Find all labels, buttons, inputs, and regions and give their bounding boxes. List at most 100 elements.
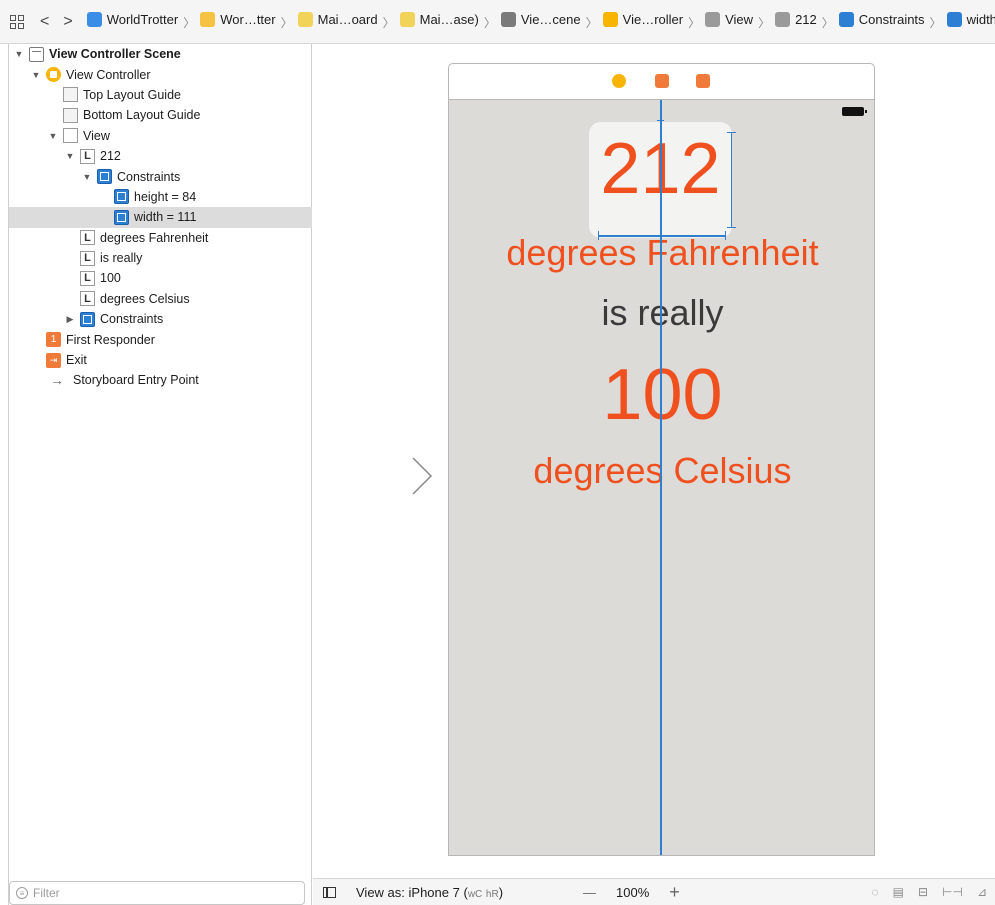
breadcrumb-item[interactable]: Wor…tter	[200, 12, 276, 27]
forward-button[interactable]: >	[63, 13, 72, 30]
view-controller-dock-icon[interactable]	[612, 74, 626, 88]
battery-icon	[842, 107, 867, 116]
breadcrumb-separator-icon: 〉	[183, 16, 196, 30]
outline-item-label: degrees Celsius	[100, 291, 190, 306]
update-frames-icon[interactable]: ◌	[871, 885, 878, 899]
outline-item[interactable]: L 100	[9, 268, 312, 288]
breadcrumb-item[interactable]: width = 111	[946, 12, 995, 27]
size-class-width: wC	[467, 888, 483, 900]
disclosure-triangle-icon[interactable]: ▼	[48, 131, 58, 141]
outline-item[interactable]: ▼ Constraints	[9, 166, 312, 186]
breadcrumb-item[interactable]: Mai…oard	[297, 12, 378, 27]
size-class-height: hR	[485, 888, 499, 900]
breadcrumb-item[interactable]: Constraints	[838, 12, 925, 27]
breadcrumb-separator-icon: 〉	[585, 16, 598, 30]
connector-label[interactable]: is really	[449, 292, 874, 334]
breadcrumb-item[interactable]: View	[705, 12, 753, 27]
outline-item[interactable]: ▶ Constraints	[9, 309, 312, 329]
outline-item[interactable]: height = 84	[9, 187, 312, 207]
breadcrumb-separator-icon: 〉	[929, 16, 942, 30]
disclosure-triangle-icon[interactable]: ▼	[65, 151, 75, 161]
outline-item[interactable]: Ldegrees Celsius	[9, 289, 312, 309]
exit-icon: ⇥	[46, 352, 61, 368]
guide-icon	[63, 87, 78, 103]
outline-item-label: Top Layout Guide	[83, 87, 181, 102]
breadcrumb-item[interactable]: Vie…cene	[500, 12, 581, 27]
outline-item-label: is really	[100, 251, 143, 266]
zoom-controls: — 100% +	[573, 882, 690, 903]
zoom-in-button[interactable]: +	[669, 882, 680, 903]
outline-item[interactable]: Ldegrees Fahrenheit	[9, 228, 312, 248]
storyboard-canvas[interactable]: 212 degrees Fahrenheit is really 100 deg…	[313, 44, 995, 878]
resolve-issues-icon[interactable]: ⊿	[977, 885, 987, 899]
storyboard-icon	[399, 12, 415, 27]
breadcrumb-label: width = 111	[966, 12, 995, 27]
celsius-value-label[interactable]: 100	[449, 354, 874, 436]
align-icon[interactable]: ⊟	[918, 885, 928, 899]
zoom-level: 100%	[616, 884, 650, 900]
top-spacing-constraint[interactable]	[660, 120, 661, 128]
label-icon: L	[80, 230, 95, 246]
outline-item-label: degrees Fahrenheit	[100, 230, 209, 245]
disclosure-triangle-icon[interactable]: ▼	[14, 49, 24, 59]
breadcrumb-label: Vie…cene	[520, 12, 581, 27]
view-as-label: View as: iPhone 7	[356, 884, 460, 900]
label-icon: L	[80, 250, 95, 266]
vc-icon	[46, 67, 61, 83]
add-constraints-icon[interactable]: ⊢⊣	[942, 885, 963, 899]
breadcrumb-separator-icon: 〉	[280, 16, 293, 30]
outline-item[interactable]: ▼ L 212	[9, 146, 312, 166]
outline-item[interactable]: ▼ View Controller	[9, 64, 312, 84]
outline-item[interactable]: Top Layout Guide	[9, 85, 312, 105]
exit-dock-icon[interactable]	[696, 74, 710, 88]
outline-item[interactable]: 1 First Responder	[9, 329, 312, 349]
zoom-out-button[interactable]: —	[583, 885, 596, 900]
disclosure-triangle-icon[interactable]: ▼	[31, 70, 41, 80]
disclosure-triangle-icon[interactable]: ▼	[82, 172, 92, 182]
back-button[interactable]: <	[40, 13, 49, 30]
breadcrumb-label: Mai…ase)	[419, 12, 479, 27]
view-icon	[705, 12, 721, 27]
outline-item-label: View	[83, 128, 110, 143]
outline-item[interactable]: Lis really	[9, 248, 312, 268]
width-constraint-cap-right	[725, 231, 726, 240]
breadcrumb-label: Wor…tter	[220, 12, 276, 27]
document-outline: ▼ View Controller Scene ▼ View Controller To…	[8, 44, 312, 905]
storyboard-entry-arrow[interactable]	[335, 456, 435, 496]
constraints-icon	[838, 12, 854, 27]
outline-item-label: width = 111	[134, 210, 197, 225]
width-constraint[interactable]	[599, 235, 726, 237]
fahrenheit-caption-label[interactable]: degrees Fahrenheit	[449, 232, 874, 274]
outline-item[interactable]: → Storyboard Entry Point	[9, 370, 312, 390]
outline-item-label: Constraints	[100, 312, 164, 327]
canvas-bottom-bar: View as: iPhone 7 (wC hR) — 100% + ◌ ▤ ⊟…	[313, 878, 995, 905]
related-items-icon[interactable]	[10, 14, 24, 29]
celsius-caption-label[interactable]: degrees Celsius	[449, 450, 874, 492]
scene-icon	[500, 12, 516, 27]
outline-item[interactable]: width = 111	[9, 207, 312, 228]
view-as-button[interactable]: View as: iPhone 7 (wC hR)	[356, 885, 503, 900]
outline-item[interactable]: ▼ View Controller Scene	[9, 44, 312, 64]
breadcrumb-label: WorldTrotter	[106, 12, 179, 27]
outline-item[interactable]: ▼ View	[9, 126, 312, 146]
cons-icon	[80, 311, 95, 327]
view-icon	[63, 128, 78, 144]
breadcrumb-item[interactable]: 212	[775, 12, 817, 27]
outline-item[interactable]: ⇥ Exit	[9, 350, 312, 370]
first-responder-dock-icon[interactable]	[655, 74, 669, 88]
breadcrumb-label: Vie…roller	[622, 12, 684, 27]
disclosure-triangle-icon[interactable]: ▶	[65, 314, 75, 325]
height-constraint[interactable]	[731, 132, 732, 228]
toggle-outline-icon[interactable]	[323, 886, 336, 898]
embed-in-stack-icon[interactable]: ▤	[893, 885, 904, 899]
filter-field[interactable]: ≡ Filter	[9, 881, 305, 905]
storyboard-icon	[297, 12, 313, 27]
label-icon: L	[80, 291, 95, 307]
outline-item[interactable]: Bottom Layout Guide	[9, 105, 312, 125]
breadcrumb-item[interactable]: Mai…ase)	[399, 12, 479, 27]
iphone-view[interactable]: 212 degrees Fahrenheit is really 100 deg…	[448, 99, 875, 856]
breadcrumb-item[interactable]: WorldTrotter	[86, 12, 179, 27]
outline-item-label: Constraints	[117, 169, 181, 184]
breadcrumb-item[interactable]: Vie…roller	[602, 12, 684, 27]
breadcrumb-separator-icon: 〉	[382, 16, 395, 30]
